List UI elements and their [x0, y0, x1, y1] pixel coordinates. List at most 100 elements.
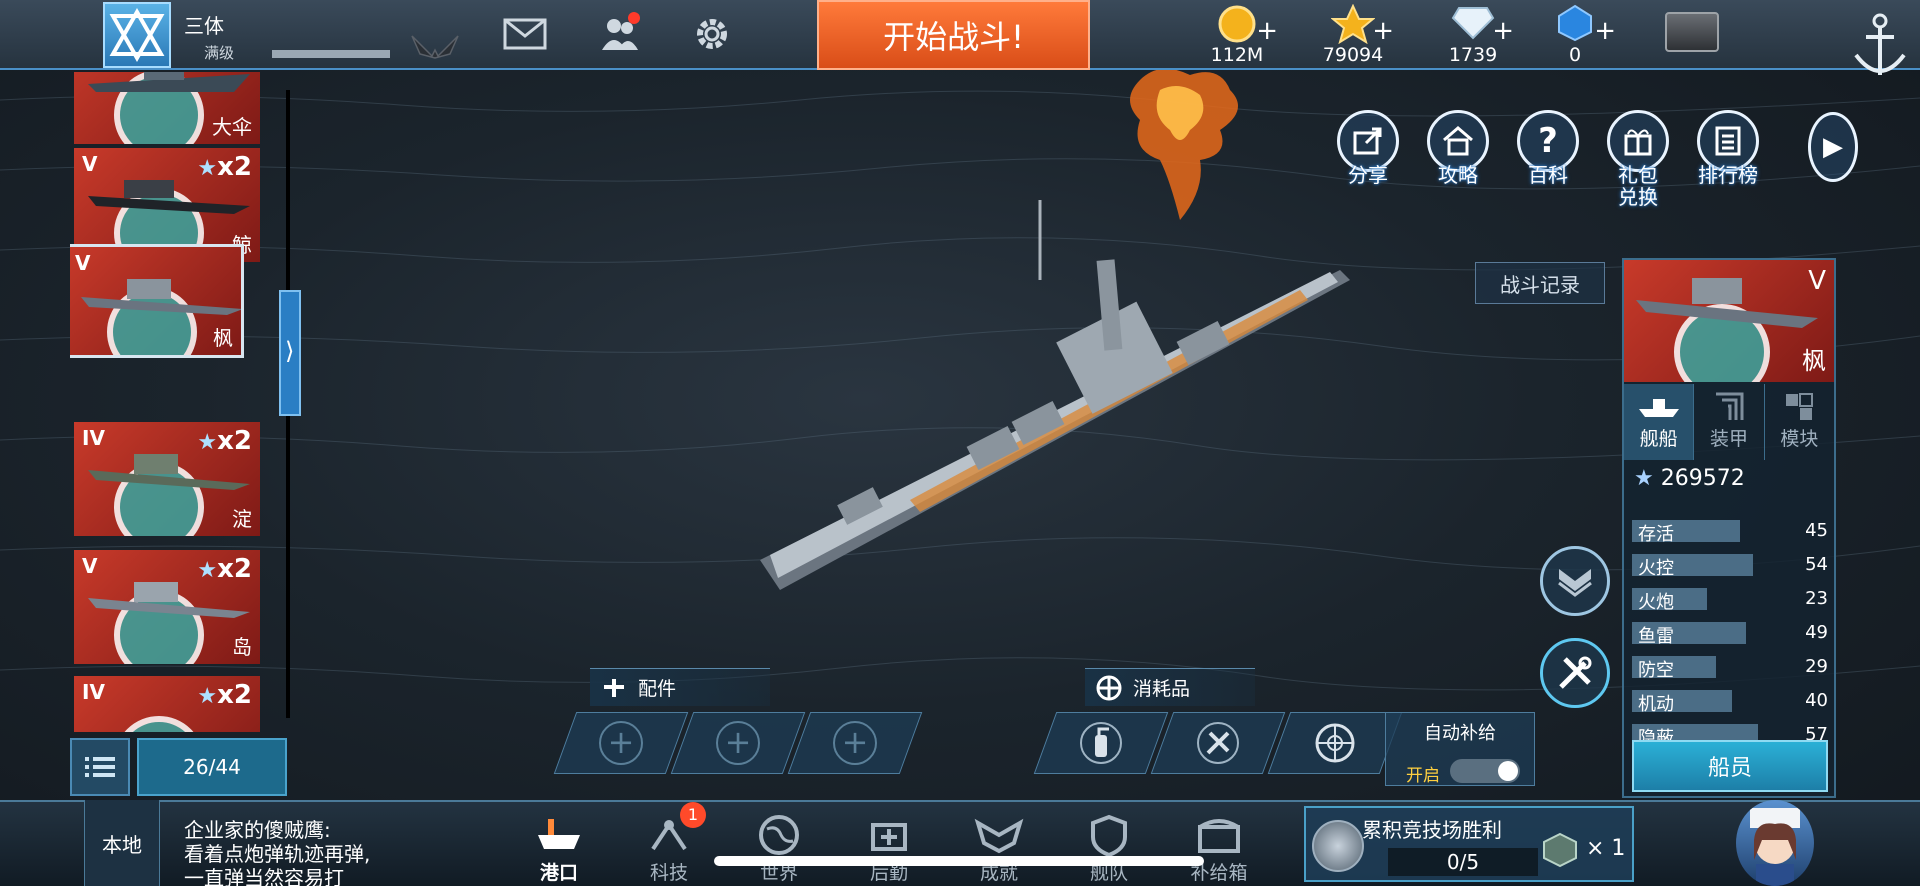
ship-list[interactable]: 大伞 V ★x2 鲸 V 枫 IV ★x2 淀 V ★x2 岛 IV ★x2 — [70, 72, 270, 732]
auto-supply-toggle[interactable] — [1450, 759, 1520, 783]
chevron-rank-icon — [1558, 569, 1592, 597]
home-indicator[interactable] — [714, 856, 1204, 866]
ship-info-panel: V 枫 舰船 装甲 模块 ★ 269572 存活 45 火控 54 火炮 23 鱼雷 49 防空… — [1622, 258, 1836, 798]
stat-label: 火炮 — [1638, 592, 1674, 613]
consumables-icon — [1096, 675, 1122, 700]
ship-card-selected[interactable]: V 枫 — [70, 244, 244, 358]
nav-logistics[interactable]: 后勤 — [844, 812, 934, 886]
warship-icon — [1636, 278, 1818, 328]
ship-tier: V — [1808, 266, 1826, 296]
player-emblem[interactable] — [103, 2, 171, 68]
advisor-avatar[interactable] — [1736, 800, 1814, 886]
ship-count-button[interactable]: 26/44 — [137, 738, 287, 796]
gear-icon — [697, 19, 727, 49]
ship-card[interactable]: IV ★x2 淀 — [74, 422, 260, 536]
start-battle-button[interactable]: 开始战斗! — [817, 0, 1090, 70]
ship-tier: IV — [82, 680, 105, 704]
ship-name: 枫 — [213, 326, 233, 350]
part-slot[interactable]: + — [553, 712, 689, 774]
emblem-icon — [109, 7, 165, 63]
nav-port[interactable]: 港口 — [514, 812, 604, 886]
star-icon: ★ — [197, 430, 218, 455]
consumable-slot[interactable] — [1150, 712, 1286, 774]
nav-tech[interactable]: 科技 1 — [624, 802, 714, 886]
radar-icon — [1315, 723, 1355, 763]
ship-portrait[interactable]: V 枫 — [1624, 260, 1834, 382]
crew-button[interactable]: 船员 — [1632, 740, 1828, 792]
fleet-icon — [1091, 814, 1127, 857]
nav-world[interactable]: 世界 — [734, 812, 824, 886]
resource-diamond[interactable]: + 1739 — [1418, 0, 1528, 70]
tab-module[interactable]: 模块 — [1765, 384, 1834, 460]
nav-achievement[interactable]: 成就 — [954, 812, 1044, 886]
ship-card[interactable]: 大伞 — [74, 72, 260, 144]
nav-fleet[interactable]: 舰队 — [1064, 812, 1154, 886]
combat-power-value: 269572 — [1660, 466, 1745, 491]
rank-badge-button[interactable] — [1540, 546, 1610, 616]
auto-supply-panel: 自动补给 开启 — [1385, 712, 1535, 786]
wiki-button[interactable]: ? 百科 — [1508, 110, 1588, 190]
settings-button[interactable] — [690, 14, 734, 54]
gold-value: 112M — [1210, 44, 1264, 66]
treasure-chest-icon[interactable] — [1665, 12, 1719, 52]
add-gold-icon: + — [1256, 16, 1278, 46]
ship-tier: V — [75, 251, 91, 275]
notification-dot — [628, 12, 640, 24]
consumable-slot[interactable] — [1033, 712, 1169, 774]
gift-icon — [1624, 129, 1652, 156]
parts-header: 配件 — [590, 668, 770, 706]
star-value: 79094 — [1322, 44, 1384, 66]
ship-tier: V — [82, 554, 98, 578]
arena-wins-task[interactable]: 累积竞技场胜利 0/5 × 1 — [1304, 806, 1634, 882]
tab-ship[interactable]: 舰船 — [1624, 384, 1695, 460]
leaderboard-button[interactable]: 排行榜 — [1688, 110, 1768, 190]
local-chat-channel[interactable]: 本地 — [84, 800, 160, 886]
ship-card[interactable]: IV ★x2 — [74, 676, 260, 732]
guide-button[interactable]: 攻略 — [1418, 110, 1498, 190]
main-warship[interactable] — [740, 200, 1380, 620]
parts-title: 配件 — [638, 678, 677, 700]
rank-wings-icon[interactable] — [410, 30, 460, 60]
more-menu-button[interactable]: ▶ — [1808, 112, 1858, 182]
reward-gem-icon — [1543, 832, 1577, 868]
repair-button[interactable] — [1540, 638, 1610, 708]
stat-row: 机动 40 — [1632, 688, 1828, 715]
part-slot[interactable]: + — [670, 712, 806, 774]
consumable-slot[interactable] — [1267, 712, 1403, 774]
warship-icon — [88, 582, 250, 618]
mail-button[interactable] — [503, 14, 547, 54]
blue-gem-icon — [1558, 4, 1592, 42]
nav-supply-box[interactable]: 补给箱 — [1174, 812, 1264, 886]
ship-list-expand-handle[interactable]: ⟩ — [279, 290, 301, 416]
stat-row: 防空 29 — [1632, 654, 1828, 681]
wrench-icon — [1559, 656, 1592, 689]
gold-coin-icon — [1218, 5, 1256, 43]
friends-button[interactable] — [598, 12, 642, 54]
ship-name: 枫 — [1802, 347, 1826, 375]
battle-record-button[interactable]: 战斗记录 — [1475, 262, 1605, 304]
resource-gem[interactable]: + 0 — [1520, 0, 1630, 70]
home-guide-icon — [1443, 126, 1473, 156]
chat-message[interactable]: 企业家的傻贼鹰: 看着点炮弹轨迹再弹, 一直弹当然容易打 — [184, 818, 414, 886]
part-slot[interactable]: + — [787, 712, 923, 774]
anchor-button[interactable] — [1840, 0, 1920, 92]
ship-tier: IV — [82, 426, 105, 450]
resource-gold[interactable]: + 112M — [1182, 0, 1292, 70]
share-button[interactable]: 分享 — [1328, 110, 1408, 190]
resource-star[interactable]: + 79094 — [1298, 0, 1408, 70]
tab-armor[interactable]: 装甲 — [1694, 384, 1765, 460]
repair-kit-icon — [1197, 722, 1239, 764]
list-icon — [85, 757, 115, 777]
ship-card[interactable]: V ★x2 岛 — [74, 550, 260, 664]
diamond-value: 1739 — [1448, 44, 1498, 66]
auto-supply-status: 开启 — [1406, 766, 1440, 786]
gift-redeem-button[interactable]: 礼包 兑换 — [1598, 110, 1678, 208]
list-view-button[interactable] — [70, 738, 130, 796]
anchor-icon — [1854, 13, 1906, 75]
achievement-icon — [974, 818, 1024, 854]
star-icon: ★ — [1634, 466, 1654, 491]
tab-armor-label: 装甲 — [1709, 428, 1748, 450]
nav-tech-label: 科技 — [649, 862, 688, 884]
world-icon — [759, 815, 799, 855]
stat-label: 机动 — [1638, 694, 1674, 715]
